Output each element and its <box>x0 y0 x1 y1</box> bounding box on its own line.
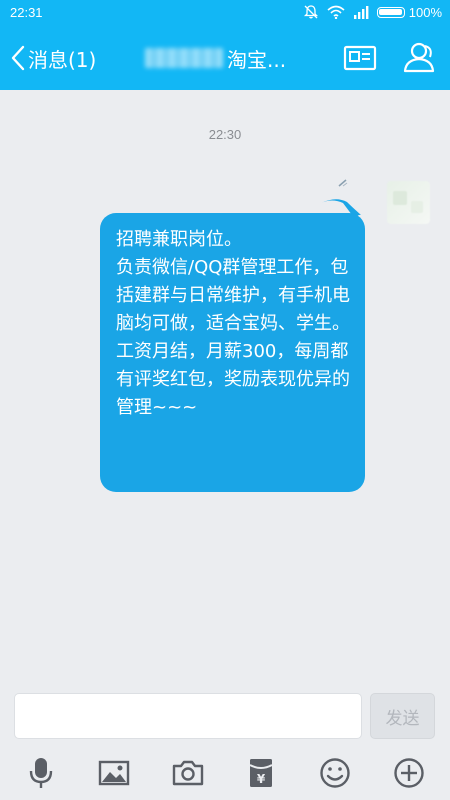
chat-title-text: 淘宝... <box>227 47 287 72</box>
input-bar: 发送 <box>0 684 450 746</box>
back-label: 消息(1) <box>28 47 97 72</box>
chat-title[interactable]: 淘宝... <box>145 42 286 74</box>
chevron-left-icon <box>11 45 25 71</box>
message-bubble[interactable]: 招聘兼职岗位。 负责微信/QQ群管理工作，包括建群与日常维护，有手机电脑均可做，… <box>100 213 365 492</box>
microphone-icon <box>29 758 53 788</box>
status-bar: 22:31 100% <box>0 0 450 26</box>
battery-indicator: 100% <box>376 4 442 20</box>
voice-button[interactable] <box>24 756 58 790</box>
red-packet-button[interactable]: ¥ <box>244 756 278 790</box>
status-time: 22:31 <box>10 5 43 20</box>
blurred-contact-name <box>145 48 223 68</box>
chat-header: 消息(1) 淘宝... <box>0 26 450 90</box>
image-icon <box>98 760 130 786</box>
contact-person-icon <box>403 42 435 73</box>
camera-icon <box>172 760 204 786</box>
wifi-icon <box>327 5 345 19</box>
message-timestamp: 22:30 <box>208 127 242 142</box>
profile-card-icon <box>343 45 377 71</box>
sender-avatar[interactable] <box>387 181 430 224</box>
svg-text:¥: ¥ <box>257 772 266 786</box>
emoji-icon <box>320 758 350 788</box>
message-input[interactable] <box>14 693 362 739</box>
battery-icon <box>376 6 405 18</box>
input-toolbar: ¥ <box>0 746 450 800</box>
send-button[interactable]: 发送 <box>370 693 435 739</box>
signal-icon <box>353 5 369 19</box>
status-icons: 100% <box>303 4 442 20</box>
plus-icon <box>394 758 424 788</box>
alarm-off-icon <box>303 5 318 19</box>
profile-card-button[interactable] <box>342 40 378 76</box>
red-packet-icon: ¥ <box>249 759 273 787</box>
more-button[interactable] <box>392 756 426 790</box>
back-button[interactable]: 消息(1) <box>10 42 96 74</box>
camera-button[interactable] <box>171 756 205 790</box>
image-button[interactable] <box>97 756 131 790</box>
battery-percent: 100% <box>408 4 442 20</box>
contact-profile-button[interactable] <box>402 40 438 76</box>
emoji-button[interactable] <box>318 756 352 790</box>
